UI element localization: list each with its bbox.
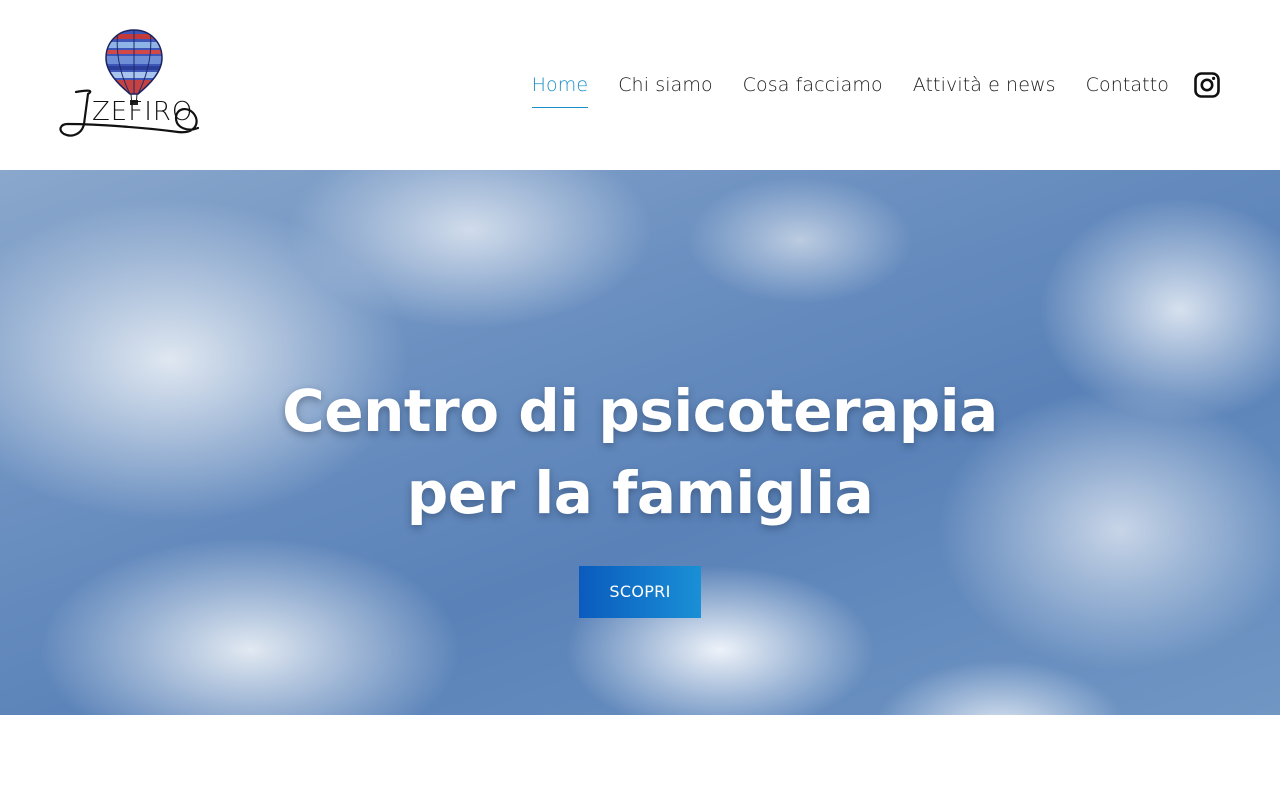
hero-title: Centro di psicoterapia per la famiglia bbox=[0, 370, 1280, 534]
content-section bbox=[0, 715, 1280, 800]
nav-item-contatto[interactable]: Contatto bbox=[1086, 64, 1169, 108]
hero-title-line-2: per la famiglia bbox=[406, 459, 874, 527]
nav-item-home[interactable]: Home bbox=[531, 64, 589, 108]
main-navigation: Home Chi siamo Cosa facciamo Attività e … bbox=[531, 64, 1220, 108]
hero-title-line-1: Centro di psicoterapia bbox=[282, 377, 998, 445]
hero-section: Centro di psicoterapia per la famiglia S… bbox=[0, 170, 1280, 715]
scopri-button[interactable]: SCOPRI bbox=[579, 566, 701, 618]
site-header: ZEFIRO Home Chi siamo Cosa facciamo Atti… bbox=[0, 0, 1280, 170]
hero-content: Centro di psicoterapia per la famiglia S… bbox=[0, 370, 1280, 618]
instagram-link[interactable] bbox=[1194, 72, 1220, 98]
nav-item-attivita-e-news[interactable]: Attività e news bbox=[913, 64, 1056, 108]
instagram-icon bbox=[1194, 72, 1220, 98]
nav-item-chi-siamo[interactable]: Chi siamo bbox=[618, 64, 712, 108]
hot-air-balloon-icon: ZEFIRO bbox=[59, 29, 200, 137]
site-logo[interactable]: ZEFIRO bbox=[58, 28, 204, 144]
nav-item-cosa-facciamo[interactable]: Cosa facciamo bbox=[743, 64, 883, 108]
logo-wordmark: ZEFIRO bbox=[92, 97, 193, 127]
